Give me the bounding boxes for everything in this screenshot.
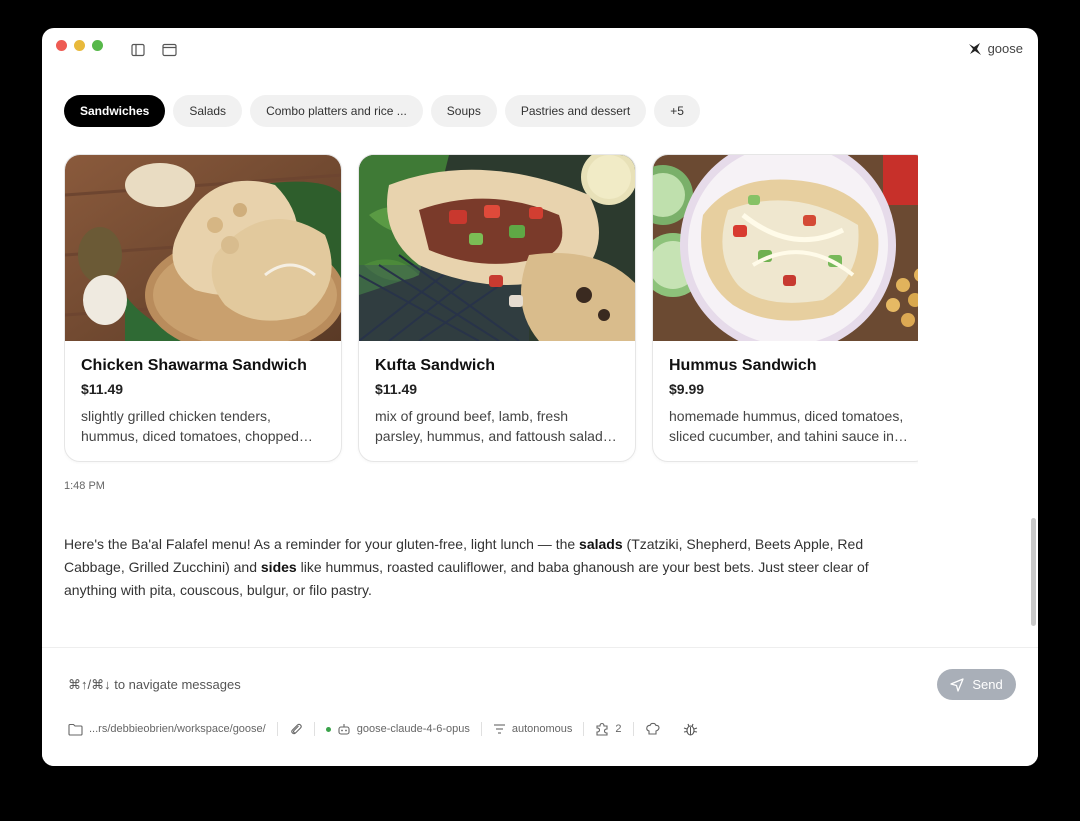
divider bbox=[583, 722, 585, 736]
minimize-window-button[interactable] bbox=[74, 40, 85, 51]
model-name: goose-claude-4-6-opus bbox=[356, 723, 470, 735]
message-input[interactable]: ⌘↑/⌘↓ to navigate messages bbox=[68, 677, 241, 693]
zoom-window-button[interactable] bbox=[92, 40, 103, 51]
card-title: Kufta Sandwich bbox=[375, 357, 496, 374]
extensions-button[interactable]: 2 bbox=[595, 722, 622, 736]
attach-button[interactable] bbox=[289, 722, 303, 736]
card-price: $9.99 bbox=[669, 381, 705, 397]
chip-salads[interactable]: Salads bbox=[173, 95, 243, 127]
chip-sandwiches[interactable]: Sandwiches bbox=[64, 95, 166, 127]
new-window-icon[interactable] bbox=[162, 43, 177, 62]
kufta-sandwich-photo bbox=[359, 155, 635, 341]
card-description: homemade hummus, diced tomatoes, sliced … bbox=[669, 408, 904, 444]
recipe-button[interactable] bbox=[645, 722, 660, 736]
paperclip-icon bbox=[290, 723, 302, 735]
app-window: goose Sandwiches Salads Combo platters a… bbox=[42, 28, 1038, 766]
assistant-message: Here's the Ba'al Falafel menu! As a remi… bbox=[64, 533, 904, 602]
divider bbox=[632, 722, 634, 736]
model-selector[interactable]: goose-claude-4-6-opus bbox=[325, 723, 470, 736]
card-title: Chicken Shawarma Sandwich bbox=[81, 357, 307, 374]
divider bbox=[276, 722, 278, 736]
extensions-count: 2 bbox=[615, 723, 622, 735]
debug-button[interactable] bbox=[683, 722, 698, 737]
message-emphasis: salads bbox=[579, 536, 623, 552]
window-controls bbox=[56, 40, 103, 51]
folder-icon bbox=[68, 723, 83, 736]
card-description: mix of ground beef, lamb, fresh parsley,… bbox=[375, 408, 618, 444]
category-chips: Sandwiches Salads Combo platters and ric… bbox=[64, 95, 700, 127]
puzzle-icon bbox=[596, 722, 608, 736]
card-description: slightly grilled chicken tenders, hummus… bbox=[81, 408, 299, 444]
card-title: Hummus Sandwich bbox=[669, 357, 817, 374]
menu-card[interactable]: Chicken Shawarma Sandwich $11.49 slightl… bbox=[64, 154, 342, 462]
message-timestamp: 1:48 PM bbox=[64, 480, 105, 492]
bot-icon bbox=[338, 723, 350, 735]
divider bbox=[313, 722, 315, 736]
brand: goose bbox=[968, 41, 1023, 56]
chip-more[interactable]: +5 bbox=[654, 95, 700, 127]
card-price: $11.49 bbox=[81, 381, 124, 397]
model-status-dot bbox=[325, 726, 331, 732]
close-window-button[interactable] bbox=[56, 40, 67, 51]
chip-combo-platters[interactable]: Combo platters and rice ... bbox=[250, 95, 423, 127]
chicken-shawarma-photo bbox=[65, 155, 341, 341]
send-icon bbox=[950, 677, 964, 692]
card-price: $11.49 bbox=[375, 381, 418, 397]
goose-logo-icon bbox=[968, 42, 981, 55]
app-name: goose bbox=[987, 41, 1023, 56]
mode-selector[interactable]: autonomous bbox=[493, 723, 573, 735]
chef-hat-icon bbox=[645, 722, 660, 735]
filter-lines-icon bbox=[493, 724, 505, 734]
bug-icon bbox=[683, 723, 697, 736]
send-label: Send bbox=[972, 677, 1003, 692]
message-emphasis: sides bbox=[260, 559, 297, 575]
directory-path: ...rs/debbieobrien/workspace/goose/ bbox=[89, 723, 266, 735]
chip-pastries[interactable]: Pastries and dessert bbox=[504, 95, 647, 127]
working-directory[interactable]: ...rs/debbieobrien/workspace/goose/ bbox=[68, 723, 266, 736]
scrollbar-thumb[interactable] bbox=[1031, 518, 1036, 626]
chip-soups[interactable]: Soups bbox=[430, 95, 497, 127]
divider bbox=[480, 722, 482, 736]
send-button[interactable]: Send bbox=[937, 669, 1016, 700]
mode-name: autonomous bbox=[511, 723, 573, 735]
menu-cards: Chicken Shawarma Sandwich $11.49 slightl… bbox=[64, 154, 918, 464]
sidebar-toggle-icon[interactable] bbox=[131, 43, 145, 62]
menu-card[interactable]: Kufta Sandwich $11.49 mix of ground beef… bbox=[358, 154, 636, 462]
hummus-sandwich-photo bbox=[653, 155, 918, 341]
message-text: Here's the Ba'al Falafel menu! As a remi… bbox=[64, 536, 580, 552]
composer: ⌘↑/⌘↓ to navigate messages Send ...rs/de… bbox=[42, 647, 1038, 766]
menu-card[interactable]: Hummus Sandwich $9.99 homemade hummus, d… bbox=[652, 154, 918, 462]
status-bar: ...rs/debbieobrien/workspace/goose/ goos… bbox=[68, 717, 698, 741]
